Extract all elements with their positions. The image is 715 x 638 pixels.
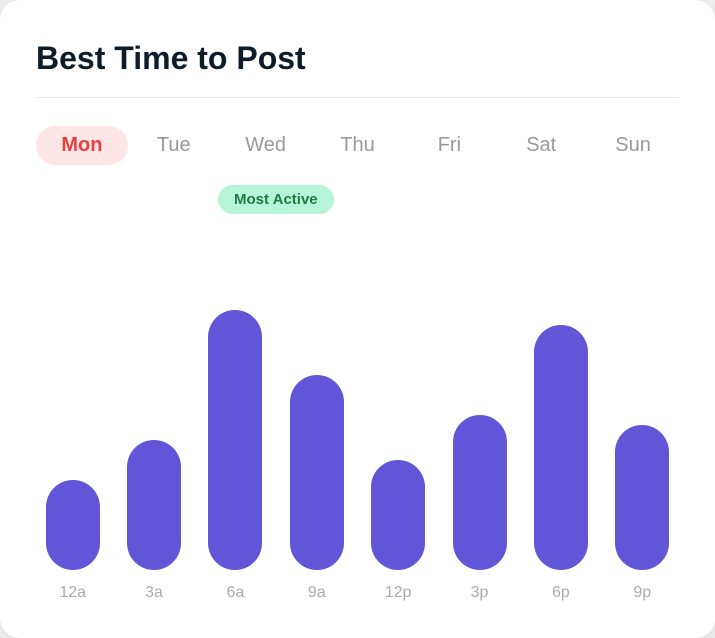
bars-container: 12a 3a 6a 9a 12p 3p 6p 9p	[36, 197, 679, 602]
bar-wrapper-9p: 9p	[606, 425, 679, 602]
bar-label-12a: 12a	[59, 584, 86, 602]
bar-9a	[290, 375, 344, 570]
day-tab-tue[interactable]: Tue	[128, 126, 220, 165]
day-tab-mon[interactable]: Mon	[36, 126, 128, 165]
bar-12p	[371, 460, 425, 570]
bar-wrapper-3a: 3a	[117, 440, 190, 602]
day-tab-fri[interactable]: Fri	[403, 126, 495, 165]
bar-3a	[127, 440, 181, 570]
bar-wrapper-3p: 3p	[443, 415, 516, 602]
best-time-card: Best Time to Post MonTueWedThuFriSatSun …	[0, 0, 715, 638]
day-tabs: MonTueWedThuFriSatSun	[36, 126, 679, 165]
most-active-badge: Most Active	[218, 185, 334, 214]
page-title: Best Time to Post	[36, 40, 679, 77]
bar-label-6a: 6a	[227, 584, 245, 602]
bar-wrapper-9a: 9a	[280, 375, 353, 602]
bar-label-12p: 12p	[385, 584, 412, 602]
bar-12a	[46, 480, 100, 570]
bar-6p	[534, 325, 588, 570]
day-tab-sat[interactable]: Sat	[495, 126, 587, 165]
bar-wrapper-12a: 12a	[36, 480, 109, 602]
bar-6a	[208, 310, 262, 570]
chart-area: Most Active 12a3a6a9a12p3p6p9p	[36, 197, 679, 602]
bar-9p	[615, 425, 669, 570]
bar-label-9p: 9p	[633, 584, 651, 602]
day-tab-wed[interactable]: Wed	[220, 126, 312, 165]
bar-wrapper-6a: 6a	[199, 310, 272, 602]
bar-label-9a: 9a	[308, 584, 326, 602]
bar-wrapper-6p: 6p	[524, 325, 597, 602]
day-tab-thu[interactable]: Thu	[312, 126, 404, 165]
divider	[36, 97, 679, 98]
bar-3p	[453, 415, 507, 570]
bar-label-3p: 3p	[471, 584, 489, 602]
bar-label-3a: 3a	[145, 584, 163, 602]
bar-wrapper-12p: 12p	[362, 460, 435, 602]
bar-label-6p: 6p	[552, 584, 570, 602]
day-tab-sun[interactable]: Sun	[587, 126, 679, 165]
